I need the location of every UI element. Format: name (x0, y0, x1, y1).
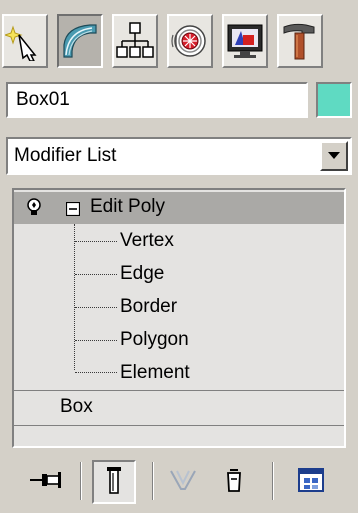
tree-branch (75, 340, 117, 341)
show-end-result-button[interactable] (92, 460, 136, 504)
subobject-border[interactable]: Border (120, 296, 177, 318)
dropdown-arrow-button[interactable] (320, 141, 348, 171)
subobject-element[interactable]: Element (120, 362, 190, 384)
pin-stack-icon (30, 470, 62, 495)
subobject-edge[interactable]: Edge (120, 263, 164, 285)
show-end-result-icon (107, 465, 121, 500)
tree-line (74, 224, 75, 370)
remove-modifier-icon (225, 467, 243, 498)
tab-utilities[interactable] (277, 14, 323, 68)
tab-motion[interactable] (167, 14, 213, 68)
base-object-label: Box (60, 396, 93, 417)
tab-hierarchy[interactable] (112, 14, 158, 68)
subobject-vertex[interactable]: Vertex (120, 230, 174, 252)
object-color-swatch[interactable] (316, 82, 352, 118)
object-name-field[interactable]: Box01 (6, 82, 308, 118)
toolbar-separator (152, 462, 154, 500)
chevron-down-icon (328, 152, 340, 159)
lightbulb-icon[interactable] (26, 198, 42, 224)
collapse-icon[interactable] (65, 200, 81, 222)
tree-branch (75, 274, 117, 275)
subobject-polygon[interactable]: Polygon (120, 329, 189, 351)
configure-modifier-sets-button[interactable] (290, 460, 332, 504)
make-unique-button[interactable] (164, 460, 202, 504)
toolbar-separator (80, 462, 82, 500)
motion-icon (170, 21, 210, 61)
modifier-stack[interactable]: Edit Poly Vertex Edge Border Polygon Ele… (12, 188, 346, 448)
modifier-list-dropdown[interactable]: Modifier List (6, 137, 352, 175)
tab-display[interactable] (222, 14, 268, 68)
hierarchy-icon (115, 21, 155, 61)
tree-branch (75, 241, 117, 242)
create-icon (5, 21, 45, 61)
tree-branch (75, 307, 117, 308)
utilities-icon (280, 21, 320, 61)
toolbar-separator (272, 462, 274, 500)
modify-icon (60, 21, 100, 61)
configure-modifier-sets-icon (297, 467, 325, 498)
display-icon (225, 21, 265, 61)
tab-create[interactable] (2, 14, 48, 68)
remove-modifier-button[interactable] (215, 460, 253, 504)
tab-modify[interactable] (57, 14, 103, 68)
modifier-label: Edit Poly (90, 196, 165, 217)
pin-stack-button[interactable] (26, 460, 66, 504)
modifier-list-value: Modifier List (14, 145, 117, 166)
make-unique-icon (169, 467, 197, 498)
object-name-text: Box01 (16, 89, 70, 110)
stack-item-edit-poly[interactable]: Edit Poly (14, 192, 344, 224)
tree-branch (75, 372, 117, 373)
stack-item-box[interactable]: Box (14, 390, 344, 426)
